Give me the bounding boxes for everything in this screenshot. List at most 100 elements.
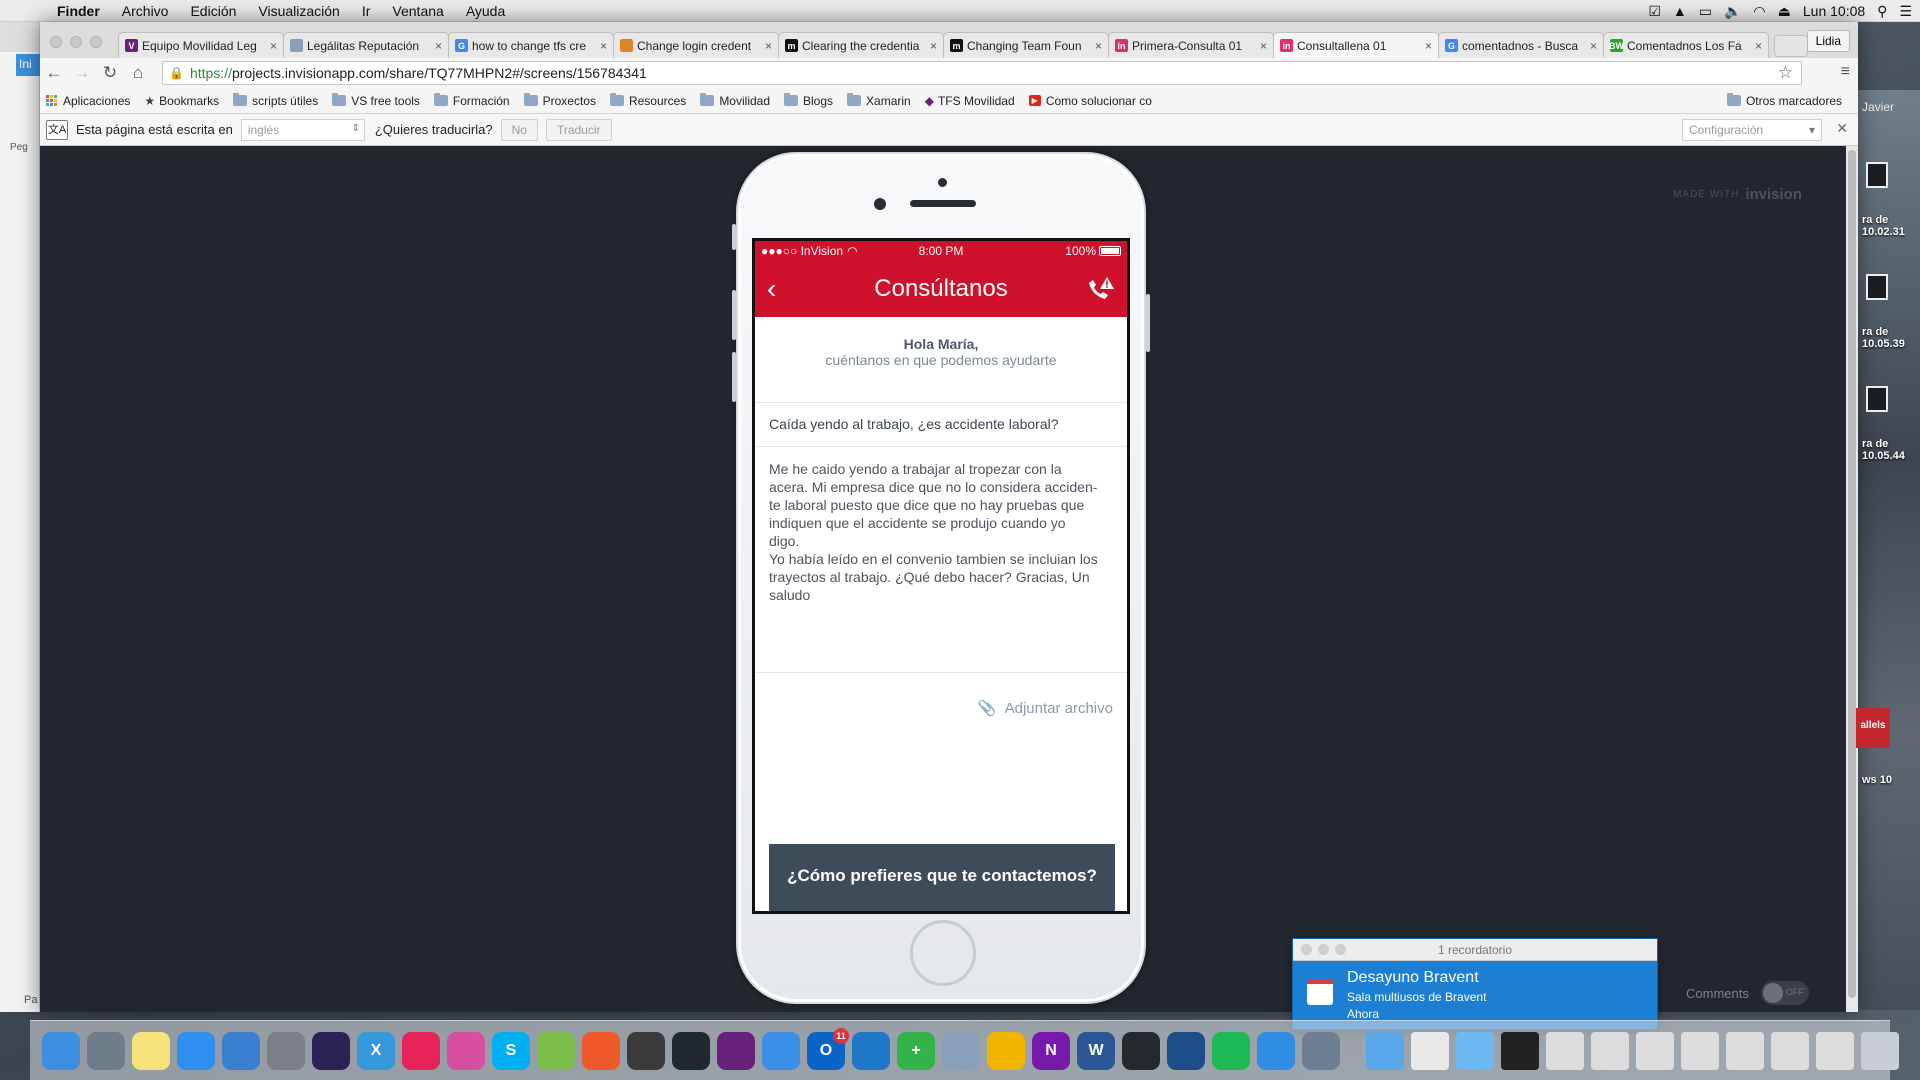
background-window[interactable]: Ini Peg Pa [0,22,46,1012]
color-wheel-icon[interactable] [447,1031,485,1070]
bookmark-item[interactable]: Aplicaciones [46,94,130,108]
screenshot-thumb-6-icon[interactable] [1771,1031,1809,1070]
notes-icon[interactable] [132,1031,170,1070]
address-bar[interactable]: 🔒 https:// projects.invisionapp.com/shar… [162,61,1802,85]
comments-toggle[interactable]: OFF [1760,981,1809,1005]
message-field[interactable]: Me he caido yendo a trabajar al tropezar… [755,447,1127,673]
menu-finder[interactable]: Finder [46,3,111,19]
screenshot-thumb-3-icon[interactable] [1636,1031,1674,1070]
browser-tab[interactable]: Legálitas Reputación × [283,32,449,58]
tab-close-icon[interactable]: × [1260,39,1267,53]
emergency-phone-icon[interactable] [1085,275,1115,303]
outlook-icon[interactable]: O 11 [807,1027,849,1070]
browser-tab[interactable]: Gcomentadnos - Busca × [1438,32,1604,58]
contact-preference-button[interactable]: ¿Cómo prefieres que te contactemos? [769,844,1115,911]
bookmark-star-icon[interactable]: ☆ [1778,63,1793,83]
page-scrollbar[interactable] [1846,146,1858,1012]
car-app-icon[interactable] [942,1031,980,1070]
tab-close-icon[interactable]: × [765,39,772,53]
bookmark-item[interactable]: Xamarin [847,93,911,108]
compass-icon[interactable] [627,1031,665,1070]
tab-close-icon[interactable]: × [1590,39,1597,53]
app-store-icon[interactable] [177,1031,215,1070]
eclipse-icon[interactable] [312,1031,350,1070]
spotlight-search-icon[interactable]: ⚲ [1877,3,1887,20]
translate-button[interactable]: Traducir [545,118,612,141]
zoom-window-button[interactable] [90,36,102,48]
browser-tab[interactable]: Change login credent × [613,32,779,58]
safari-icon[interactable] [1257,1031,1295,1070]
hacker-icon[interactable] [672,1031,710,1070]
document-stack-icon[interactable] [1411,1031,1449,1070]
browser-tab[interactable]: in Consultallena 01 × [1273,32,1439,58]
display-status-icon[interactable]: ▭ [1699,3,1712,20]
screenshot-thumb-1-icon[interactable] [1546,1031,1584,1070]
menu-archivo[interactable]: Archivo [111,3,180,19]
browser-tab[interactable]: in Primera-Consulta 01 × [1108,32,1274,58]
new-tab-button[interactable] [1774,35,1808,57]
sourcetree-icon[interactable] [1167,1031,1205,1070]
language-select[interactable]: inglés [240,118,365,141]
notification-center-icon[interactable]: ☰ [1899,3,1912,20]
checkmark-status-icon[interactable]: ☑ [1648,3,1661,20]
attach-file-button[interactable]: 📎 Adjuntar archivo [978,699,1113,718]
translate-no-button[interactable]: No [500,118,538,141]
menu-edicion[interactable]: Edición [179,3,247,19]
home-button[interactable] [910,920,976,986]
eject-icon[interactable]: ⏏ [1778,3,1791,20]
mail-app-icon[interactable] [762,1031,800,1070]
browser-tab[interactable]: V Equipo Movilidad Leg × [118,32,284,58]
chrome-icon[interactable] [987,1031,1025,1070]
chrome-menu-icon[interactable]: ≡ [1841,63,1850,81]
applications-folder-icon[interactable] [1366,1031,1404,1070]
screenshot-thumb-5-icon[interactable] [1726,1031,1764,1070]
browser-tab[interactable]: Ghow to change tfs cre × [448,32,614,58]
close-translate-bar-icon[interactable]: ✕ [1836,120,1848,137]
bookmark-item[interactable]: Formación [433,93,510,108]
bookmark-item[interactable]: ★ Bookmarks [144,94,219,108]
browser-tab[interactable]: m Changing Team Foun × [943,32,1109,58]
bookmark-item[interactable]: Resources [609,93,686,108]
menu-ir[interactable]: Ir [351,3,382,19]
xcode-icon[interactable] [222,1031,260,1070]
screenshot-thumb-4-icon[interactable] [1681,1031,1719,1070]
volume-icon[interactable]: 🔈 [1724,3,1741,20]
home-icon[interactable]: ⌂ [124,63,152,83]
flickr-icon[interactable] [402,1031,440,1070]
launchpad-icon[interactable] [87,1031,125,1070]
skype-icon[interactable]: S [492,1031,530,1070]
browser-tab[interactable]: m Clearing the credentia × [778,32,944,58]
trash-icon[interactable] [1861,1031,1899,1070]
android-studio-icon[interactable] [537,1031,575,1070]
made-with-invision[interactable]: MADE WITH invision [1673,186,1802,203]
bookmark-item[interactable]: Proxectos [523,93,596,108]
desktop-screenshot-2[interactable] [1862,274,1910,330]
github-icon[interactable] [1122,1031,1160,1070]
pencil-app-icon[interactable] [582,1031,620,1070]
visual-studio-icon[interactable] [717,1031,755,1070]
folder-icon[interactable] [1456,1031,1494,1070]
system-preferences-icon[interactable] [267,1031,305,1070]
menu-ayuda[interactable]: Ayuda [455,3,516,19]
other-bookmarks[interactable]: Otros marcadores [1726,93,1842,108]
preview-icon[interactable] [1302,1031,1340,1070]
terminal-thumb-icon[interactable] [1501,1031,1539,1070]
scrollbar-thumb[interactable] [1848,150,1856,998]
desktop-screenshot-1[interactable] [1862,162,1910,218]
desktop-screenshot-3[interactable] [1862,386,1910,442]
tab-close-icon[interactable]: × [435,39,442,53]
browser-tab[interactable]: BW Comentadnos Los Fa × [1603,32,1769,58]
screenshot-thumb-7-icon[interactable] [1816,1031,1854,1070]
vscode-icon[interactable] [852,1031,890,1070]
menu-ventana[interactable]: Ventana [381,3,454,19]
menu-visualizacion[interactable]: Visualización [247,3,350,19]
back-chevron-icon[interactable]: ‹ [767,273,776,305]
close-window-button[interactable] [50,36,62,48]
tab-close-icon[interactable]: × [930,39,937,53]
clock[interactable]: Lun 10:08 [1803,3,1865,19]
bookmark-item[interactable]: VS free tools [332,93,420,108]
reminder-notification[interactable]: 1 recordatorio Desayuno Bravent Sala mul… [1292,938,1658,1030]
bookmark-item[interactable]: scripts útiles [233,93,318,108]
subject-field[interactable]: Caída yendo al trabajo, ¿es accidente la… [755,403,1127,447]
reload-icon[interactable]: ↻ [96,63,124,83]
